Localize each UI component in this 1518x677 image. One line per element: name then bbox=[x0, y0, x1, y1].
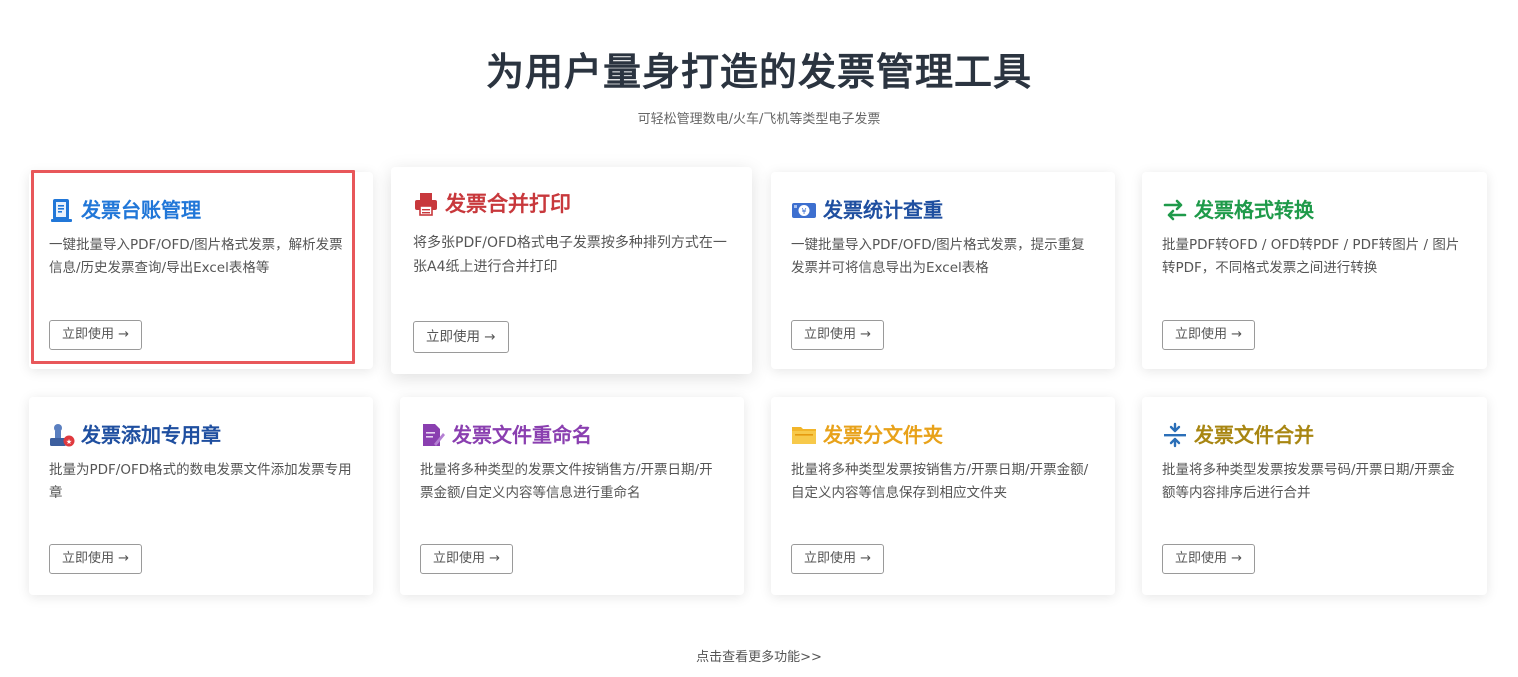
use-now-button[interactable]: 立即使用 → bbox=[49, 544, 143, 574]
card-title: 发票分文件夹 bbox=[823, 423, 943, 447]
feature-card-format-convert[interactable]: 发票格式转换 批量PDF转OFD / OFD转PDF / PDF转图片 / 图片… bbox=[1142, 172, 1487, 369]
features-section: 为用户量身打造的发票管理工具 可轻松管理数电/火车/飞机等类型电子发票 发票台账… bbox=[0, 0, 1518, 677]
feature-card-rename[interactable]: 发票文件重命名 批量将多种类型的发票文件按销售方/开票日期/开票金额/自定义内容… bbox=[400, 397, 744, 595]
ledger-icon bbox=[51, 199, 72, 222]
svg-text:★: ★ bbox=[66, 438, 72, 446]
statistics-icon: ¥ bbox=[792, 203, 816, 218]
card-title: 发票台账管理 bbox=[81, 198, 201, 222]
card-description: 一键批量导入PDF/OFD/图片格式发票，解析发票信息/历史发票查询/导出Exc… bbox=[49, 237, 343, 276]
use-now-button[interactable]: 立即使用 → bbox=[420, 544, 514, 574]
folder-icon bbox=[792, 427, 816, 444]
svg-text:¥: ¥ bbox=[801, 207, 806, 216]
page-title: 为用户量身打造的发票管理工具 bbox=[485, 50, 1032, 94]
page-subtitle: 可轻松管理数电/火车/飞机等类型电子发票 bbox=[637, 112, 881, 127]
use-now-button[interactable]: 立即使用 → bbox=[1162, 320, 1256, 350]
use-now-button[interactable]: 立即使用 → bbox=[1162, 544, 1256, 574]
card-title: 发票文件重命名 bbox=[452, 423, 592, 447]
use-now-button[interactable]: 立即使用 → bbox=[791, 320, 885, 350]
printer-icon bbox=[415, 193, 437, 216]
card-description: 一键批量导入PDF/OFD/图片格式发票，提示重复发票并可将信息导出为Excel… bbox=[791, 237, 1085, 276]
card-description: 批量将多种类型发票按发票号码/开票日期/开票金额等内容排序后进行合并 bbox=[1162, 462, 1455, 501]
feature-card-stamp[interactable]: ★ 发票添加专用章 批量为PDF/OFD格式的数电发票文件添加发票专用章 立即使… bbox=[29, 397, 373, 595]
card-title: 发票统计查重 bbox=[823, 198, 943, 222]
feature-card-folder[interactable]: 发票分文件夹 批量将多种类型发票按销售方/开票日期/开票金额/自定义内容等信息保… bbox=[771, 397, 1115, 595]
card-description: 批量PDF转OFD / OFD转PDF / PDF转图片 / 图片转PDF，不同… bbox=[1162, 237, 1460, 276]
card-description: 批量为PDF/OFD格式的数电发票文件添加发票专用章 bbox=[49, 462, 352, 501]
feature-card-merge-print[interactable]: 发票合并打印 将多张PDF/OFD格式电子发票按多种排列方式在一张A4纸上进行合… bbox=[391, 167, 752, 374]
card-title: 发票合并打印 bbox=[445, 192, 571, 216]
more-features-link[interactable]: 点击查看更多功能>> bbox=[0, 648, 1518, 668]
feature-card-ledger[interactable]: 发票台账管理 一键批量导入PDF/OFD/图片格式发票，解析发票信息/历史发票查… bbox=[29, 172, 373, 369]
card-title: 发票文件合并 bbox=[1194, 423, 1314, 447]
card-description: 将多张PDF/OFD格式电子发票按多种排列方式在一张A4纸上进行合并打印 bbox=[413, 235, 727, 275]
card-title: 发票格式转换 bbox=[1194, 198, 1314, 222]
use-now-button[interactable]: 立即使用 → bbox=[413, 321, 509, 353]
merge-icon bbox=[1164, 422, 1186, 448]
use-now-button[interactable]: 立即使用 → bbox=[49, 320, 143, 350]
convert-arrows-icon bbox=[1163, 199, 1187, 221]
card-title: 发票添加专用章 bbox=[81, 423, 221, 447]
rename-icon bbox=[423, 424, 445, 446]
use-now-button[interactable]: 立即使用 → bbox=[791, 544, 885, 574]
feature-card-statistics[interactable]: ¥ 发票统计查重 一键批量导入PDF/OFD/图片格式发票，提示重复发票并可将信… bbox=[771, 172, 1115, 369]
card-description: 批量将多种类型的发票文件按销售方/开票日期/开票金额/自定义内容等信息进行重命名 bbox=[420, 462, 713, 501]
card-description: 批量将多种类型发票按销售方/开票日期/开票金额/自定义内容等信息保存到相应文件夹 bbox=[791, 462, 1089, 501]
stamp-icon: ★ bbox=[50, 424, 75, 447]
feature-card-file-merge[interactable]: 发票文件合并 批量将多种类型发票按发票号码/开票日期/开票金额等内容排序后进行合… bbox=[1142, 397, 1487, 595]
